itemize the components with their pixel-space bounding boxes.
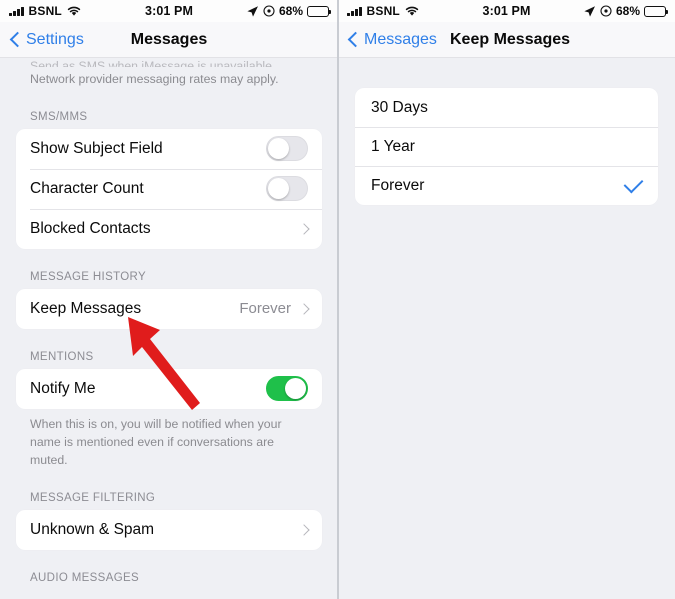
row-label: Character Count <box>30 179 144 197</box>
right-phone-screen: BSNL 3:01 PM 68% Messages Keep Messages … <box>338 0 675 599</box>
chevron-right-icon <box>298 223 310 235</box>
option-label: Forever <box>371 176 425 194</box>
back-button-label: Messages <box>364 30 437 48</box>
battery-icon <box>307 5 331 17</box>
row-label: Keep Messages <box>30 299 142 317</box>
option-label: 30 Days <box>371 98 428 116</box>
option-1-year[interactable]: 1 Year <box>355 127 658 166</box>
battery-percent-label: 68% <box>278 4 303 18</box>
section-header-message-filtering: MESSAGE FILTERING <box>30 491 156 504</box>
nav-bar-left: Settings Messages <box>0 22 338 58</box>
row-accessory <box>266 376 308 402</box>
battery-percent-label: 68% <box>615 4 640 18</box>
section-card-sms-mms: Show Subject Field Character Count Block… <box>16 128 322 249</box>
row-show-subject-field[interactable]: Show Subject Field <box>16 129 322 169</box>
back-button-messages[interactable]: Messages <box>347 30 437 49</box>
section-header-mentions: MENTIONS <box>30 350 94 363</box>
section-header-message-history: MESSAGE HISTORY <box>30 270 147 283</box>
back-button-settings[interactable]: Settings <box>9 30 84 49</box>
location-arrow-icon <box>247 5 258 17</box>
alarm-circle-icon <box>263 5 275 17</box>
alarm-circle-icon <box>600 5 612 17</box>
back-button-label: Settings <box>26 30 84 48</box>
row-blocked-contacts[interactable]: Blocked Contacts <box>16 208 322 249</box>
section-header-sms-mms: SMS/MMS <box>30 110 88 123</box>
network-rates-footnote: Network provider messaging rates may app… <box>30 72 279 86</box>
keep-messages-value: Forever <box>239 300 291 318</box>
row-accessory: Forever <box>239 300 310 318</box>
mentions-footnote: When this is on, you will be notified wh… <box>30 416 282 467</box>
chevron-right-icon <box>298 303 310 315</box>
status-bar-left: BSNL 3:01 PM 68% <box>0 0 338 22</box>
row-unknown-and-spam[interactable]: Unknown & Spam <box>16 510 322 550</box>
status-bar-right: BSNL 3:01 PM 68% <box>338 0 675 22</box>
chevron-left-icon <box>347 31 364 48</box>
option-forever[interactable]: Forever <box>355 166 658 205</box>
row-character-count[interactable]: Character Count <box>16 168 322 209</box>
dual-screenshot: BSNL 3:01 PM 68% Settings Messages Send … <box>0 0 675 599</box>
option-accessory <box>623 173 644 194</box>
checkmark-icon <box>623 173 644 194</box>
nav-bar-right: Messages Keep Messages <box>338 22 675 58</box>
row-accessory <box>298 223 310 235</box>
section-card-mentions: Notify Me <box>16 368 322 409</box>
status-right-group: 68% <box>583 4 668 18</box>
left-phone-screen: BSNL 3:01 PM 68% Settings Messages Send … <box>0 0 338 599</box>
row-notify-me[interactable]: Notify Me <box>16 369 322 409</box>
toggle-character-count[interactable] <box>266 176 308 202</box>
row-accessory <box>298 524 310 536</box>
keep-messages-options-area: 30 Days 1 Year Forever <box>338 58 675 599</box>
keep-messages-options-card: 30 Days 1 Year Forever <box>355 88 658 205</box>
row-label: Notify Me <box>30 379 96 397</box>
battery-icon <box>644 5 668 17</box>
clipped-footnote: Send as SMS when iMessage is unavailable… <box>30 59 276 67</box>
chevron-left-icon <box>9 31 26 48</box>
toggle-show-subject-field[interactable] <box>266 136 308 162</box>
option-30-days[interactable]: 30 Days <box>355 88 658 127</box>
location-arrow-icon <box>584 5 595 17</box>
chevron-right-icon <box>298 524 310 536</box>
row-accessory <box>266 176 308 202</box>
section-card-message-history: Keep Messages Forever <box>16 288 322 329</box>
section-card-message-filtering: Unknown & Spam <box>16 509 322 550</box>
status-right-group: 68% <box>246 4 331 18</box>
panel-divider <box>337 0 339 599</box>
row-accessory <box>266 136 308 162</box>
settings-scroll-area[interactable]: Send as SMS when iMessage is unavailable… <box>0 58 338 599</box>
row-keep-messages[interactable]: Keep Messages Forever <box>16 289 322 329</box>
section-header-audio-messages: AUDIO MESSAGES <box>30 571 140 584</box>
options-list-wrapper: 30 Days 1 Year Forever <box>338 58 675 205</box>
option-label: 1 Year <box>371 137 415 155</box>
row-label: Unknown & Spam <box>30 520 155 538</box>
row-label: Blocked Contacts <box>30 219 151 237</box>
row-label: Show Subject Field <box>30 139 163 157</box>
toggle-notify-me[interactable] <box>266 376 308 402</box>
